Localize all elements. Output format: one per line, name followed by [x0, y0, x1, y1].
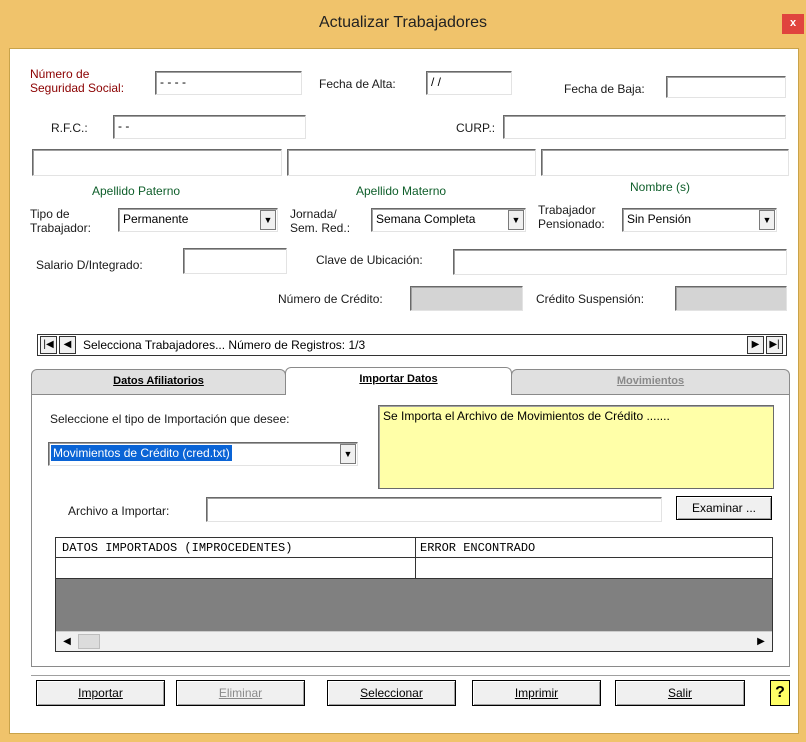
tipo-importacion-label: Seleccione el tipo de Importación que de…: [50, 412, 290, 426]
seleccionar-button[interactable]: Seleccionar: [327, 680, 456, 706]
tab-datos-afiliatorios[interactable]: Datos Afiliatorios: [31, 369, 286, 394]
grid-column-header[interactable]: DATOS IMPORTADOS (IMPROCEDENTES): [62, 541, 292, 555]
nss-field[interactable]: - - - -: [155, 71, 302, 95]
imprimir-button-label: Imprimir: [514, 686, 559, 700]
record-navigator: |◀ ◀ Selecciona Trabajadores... Número d…: [37, 334, 787, 356]
first-record-button[interactable]: |◀: [40, 336, 57, 354]
tipo-importacion-value: Movimientos de Crédito (cred.txt): [51, 445, 232, 461]
seleccionar-button-label: Seleccionar: [360, 686, 423, 700]
import-results-grid: DATOS IMPORTADOS (IMPROCEDENTES) ERROR E…: [55, 537, 773, 652]
tipo-importacion-select[interactable]: Movimientos de Crédito (cred.txt) ▼: [48, 442, 358, 466]
numero-credito-field: [410, 286, 523, 311]
fecha-alta-field[interactable]: / /: [426, 71, 512, 95]
archivo-importar-field[interactable]: [206, 497, 662, 522]
tipo-trabajador-label-line1: Tipo de: [30, 207, 70, 221]
salario-field[interactable]: [183, 248, 287, 274]
tipo-trabajador-select[interactable]: Permanente ▼: [118, 208, 278, 232]
app-window: Actualizar Trabajadores x Número de Segu…: [0, 0, 806, 742]
rfc-label: R.F.C.:: [51, 121, 88, 135]
clave-ubicacion-label: Clave de Ubicación:: [316, 253, 423, 267]
form-client-area: Número de Seguridad Social: - - - - Fech…: [9, 48, 799, 734]
next-record-button[interactable]: ▶: [747, 336, 764, 354]
fecha-baja-label: Fecha de Baja:: [564, 82, 645, 96]
archivo-importar-label: Archivo a Importar:: [68, 504, 170, 518]
column-divider: [415, 538, 416, 558]
apellido-materno-field[interactable]: [287, 149, 536, 176]
apellido-materno-label: Apellido Materno: [356, 184, 447, 198]
chevron-down-icon[interactable]: ▼: [260, 210, 276, 230]
tipo-trabajador-value: Permanente: [123, 212, 189, 226]
scroll-left-icon[interactable]: ◀: [59, 634, 75, 649]
credito-suspension-field: [675, 286, 787, 311]
pensionado-label-line2: Pensionado:: [538, 217, 605, 231]
column-divider: [415, 558, 416, 579]
pensionado-label-line1: Trabajador: [538, 203, 596, 217]
chevron-down-icon[interactable]: ▼: [508, 210, 524, 230]
scroll-right-icon[interactable]: ▶: [753, 634, 769, 649]
navigator-text: Selecciona Trabajadores... Número de Reg…: [83, 338, 366, 352]
help-icon[interactable]: ?: [770, 680, 790, 706]
eliminar-button-label: Eliminar: [218, 686, 263, 700]
tab-label: Movimientos: [616, 375, 685, 387]
jornada-label-line1: Jornada/: [290, 207, 337, 221]
pensionado-value: Sin Pensión: [627, 212, 692, 226]
grid-column-header[interactable]: ERROR ENCONTRADO: [420, 541, 535, 555]
clave-ubicacion-field[interactable]: [453, 249, 787, 275]
grid-header: DATOS IMPORTADOS (IMPROCEDENTES) ERROR E…: [56, 538, 772, 558]
imprimir-button[interactable]: Imprimir: [472, 680, 601, 706]
salario-label: Salario D/Integrado:: [36, 258, 143, 272]
nss-label-line1: Número de: [30, 67, 90, 81]
credito-suspension-label: Crédito Suspensión:: [536, 292, 645, 306]
chevron-down-icon[interactable]: ▼: [759, 210, 775, 230]
curp-label: CURP.:: [456, 121, 496, 135]
prev-record-button[interactable]: ◀: [59, 336, 76, 354]
examinar-button[interactable]: Examinar ...: [676, 496, 772, 520]
title-bar[interactable]: Actualizar Trabajadores x: [0, 0, 806, 48]
fecha-alta-label: Fecha de Alta:: [319, 77, 396, 91]
scroll-thumb[interactable]: [78, 634, 100, 649]
jornada-value: Semana Completa: [376, 212, 476, 226]
salir-button-label: Salir: [667, 686, 692, 700]
tab-movimientos[interactable]: Movimientos: [511, 369, 790, 394]
table-row[interactable]: [56, 558, 772, 579]
last-record-button[interactable]: ▶|: [766, 336, 783, 354]
curp-field[interactable]: [503, 115, 786, 139]
horizontal-scrollbar[interactable]: ◀ ▶: [56, 631, 772, 651]
tab-label: Datos Afiliatorios: [113, 375, 204, 387]
importar-button[interactable]: Importar: [36, 680, 165, 706]
jornada-label-line2: Sem. Red.:: [290, 221, 351, 235]
tab-importar-datos[interactable]: Importar Datos: [285, 367, 512, 395]
importar-button-label: Importar: [78, 686, 123, 700]
rfc-field[interactable]: - -: [113, 115, 306, 139]
nss-label-line2: Seguridad Social:: [30, 81, 125, 95]
window-title: Actualizar Trabajadores: [318, 14, 488, 31]
chevron-down-icon[interactable]: ▼: [340, 444, 356, 464]
jornada-select[interactable]: Semana Completa ▼: [371, 208, 526, 232]
tab-label: Importar Datos: [359, 373, 438, 385]
apellido-paterno-label: Apellido Paterno: [92, 184, 181, 198]
apellido-paterno-field[interactable]: [32, 149, 282, 176]
eliminar-button[interactable]: Eliminar: [176, 680, 305, 706]
tipo-trabajador-label-line2: Trabajador:: [30, 221, 91, 235]
numero-credito-label: Número de Crédito:: [278, 292, 383, 306]
salir-button[interactable]: Salir: [615, 680, 745, 706]
pensionado-select[interactable]: Sin Pensión ▼: [622, 208, 777, 232]
close-button[interactable]: x: [782, 14, 804, 34]
import-description-box: Se Importa el Archivo de Movimientos de …: [378, 405, 774, 489]
fecha-baja-field[interactable]: [666, 76, 786, 98]
nombre-label: Nombre (s): [630, 180, 691, 194]
nombre-field[interactable]: [541, 149, 789, 176]
